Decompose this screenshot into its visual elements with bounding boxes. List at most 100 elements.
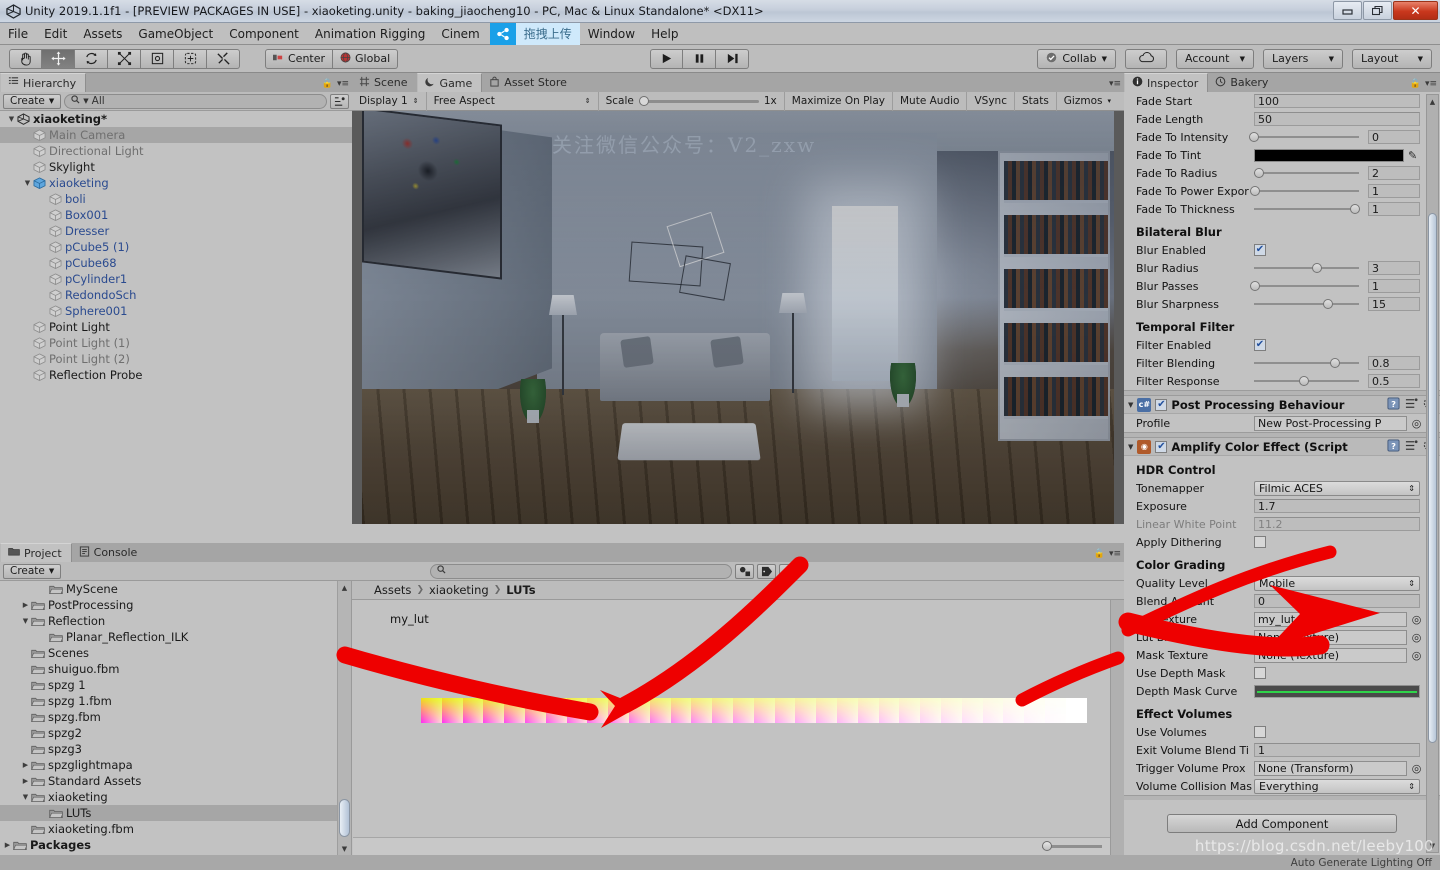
slider[interactable] — [1254, 168, 1365, 178]
hand-tool-button[interactable] — [9, 48, 42, 69]
dropdown[interactable]: Mobile ⇕ — [1254, 575, 1420, 591]
menu-component[interactable]: Component — [221, 24, 307, 44]
maximize-button[interactable] — [1363, 1, 1392, 20]
slider-track[interactable] — [1250, 186, 1359, 196]
property-mask-texture[interactable]: Mask Texture None (Texture) ◎ — [1124, 646, 1440, 664]
property-value[interactable]: 0 — [1254, 594, 1420, 608]
project-folder-shuiguo-fbm[interactable]: shuiguo.fbm — [0, 661, 351, 677]
object-picker-icon[interactable]: ◎ — [1410, 762, 1423, 775]
project-folder-spzglightmapa[interactable]: ▶ spzglightmapa — [0, 757, 351, 773]
component-header-post-processing-behaviour[interactable]: ▼ c# Post Processing Behaviour? — [1124, 395, 1440, 414]
tab-console[interactable]: Console — [71, 543, 147, 562]
property-depth-mask-curve[interactable]: Depth Mask Curve — [1124, 682, 1440, 700]
slider-knob[interactable] — [1322, 299, 1333, 309]
scale-track[interactable] — [638, 95, 759, 106]
account-button[interactable]: Account ▼ — [1176, 48, 1254, 69]
property-value[interactable]: 1.7 — [1254, 499, 1420, 513]
project-tree-scrollbar[interactable]: ▲ ▼ — [337, 581, 351, 855]
help-icon[interactable]: ? — [1387, 396, 1400, 413]
custom-tool-button[interactable] — [207, 48, 240, 69]
expand-triangle[interactable]: ▶ — [2, 841, 13, 849]
object-field[interactable]: my_lut — [1254, 611, 1407, 627]
project-folder-packages[interactable]: ▶ Packages — [0, 837, 351, 853]
checkbox[interactable] — [1254, 726, 1266, 738]
expand-triangle[interactable]: ▼ — [6, 115, 17, 123]
asset-zoom-slider[interactable] — [1042, 841, 1102, 851]
property-tonemapper[interactable]: Tonemapper Filmic ACES ⇕ — [1124, 479, 1440, 497]
step-button[interactable] — [716, 48, 749, 69]
project-folder-spzg-1[interactable]: spzg 1 — [0, 677, 351, 693]
project-folder-tree[interactable]: MyScene ▶ PostProcessing ▼ Reflection Planar_… — [0, 581, 352, 855]
property-filter-blending[interactable]: Filter Blending 0.8 — [1124, 354, 1440, 372]
menu-icon[interactable]: ▾≡ — [337, 80, 349, 89]
object-picker-icon[interactable]: ◎ — [1410, 631, 1423, 644]
project-folder-myscene[interactable]: MyScene — [0, 581, 351, 597]
handle-mode-button[interactable]: Global — [333, 48, 399, 69]
tab-asset-store[interactable]: Asset Store — [482, 73, 576, 92]
slider-track[interactable] — [1249, 132, 1359, 142]
project-tab-menu[interactable]: 🔒 ▾≡ — [1094, 550, 1121, 559]
project-search-input[interactable] — [430, 563, 733, 579]
property-value[interactable]: 0.8 — [1368, 356, 1420, 370]
project-folder-reflection[interactable]: ▼ Reflection — [0, 613, 351, 629]
checkbox[interactable] — [1254, 667, 1266, 679]
property-value[interactable]: 1 — [1254, 743, 1420, 757]
property-value[interactable]: 1 — [1368, 279, 1420, 293]
scrollbar-thumb[interactable] — [339, 799, 350, 837]
display-dropdown[interactable]: Display 1 ⇕ — [352, 91, 427, 111]
dropdown[interactable]: Everything ⇕ — [1254, 778, 1420, 794]
slider[interactable] — [1254, 299, 1365, 309]
property-blur-passes[interactable]: Blur Passes 1 — [1124, 277, 1440, 295]
cloud-button[interactable] — [1125, 48, 1167, 69]
project-folder-spzg2[interactable]: spzg2 — [0, 725, 351, 741]
preset-icon[interactable] — [1405, 397, 1418, 413]
layers-button[interactable]: Layers ▼ — [1263, 48, 1343, 69]
hierarchy-sort-button[interactable] — [330, 93, 349, 109]
vsync-toggle[interactable]: VSync — [967, 91, 1015, 111]
checkbox[interactable] — [1254, 536, 1266, 548]
scale-knob[interactable] — [638, 95, 649, 106]
hierarchy-item-point-light-1[interactable]: Point Light (1) — [0, 335, 352, 351]
hierarchy-item-box001[interactable]: Box001 — [0, 207, 352, 223]
slider-track[interactable] — [1254, 358, 1359, 368]
gizmos-dropdown[interactable]: Gizmos ▾ — [1057, 92, 1118, 111]
gameview-tab-menu[interactable]: ▾≡ — [1109, 80, 1121, 89]
inspector-content[interactable]: Fade Start 100 Fade Length 50 Fade To Intens… — [1124, 92, 1440, 855]
hierarchy-create-button[interactable]: Create ▼ — [3, 93, 62, 109]
property-use-volumes[interactable]: Use Volumes — [1124, 723, 1440, 741]
property-value[interactable]: 100 — [1254, 94, 1420, 108]
scroll-down-arrow[interactable]: ▼ — [1427, 839, 1438, 852]
menu-assets[interactable]: Assets — [75, 24, 130, 44]
property-fade-to-thickness[interactable]: Fade To Thickness 1 — [1124, 200, 1440, 218]
project-folder-scenes[interactable]: Scenes — [0, 645, 351, 661]
object-field[interactable]: None (Texture) — [1254, 647, 1407, 663]
property-blend-amount[interactable]: Blend Amount 0 — [1124, 592, 1440, 610]
menu-window[interactable]: Window — [580, 24, 643, 44]
rect-tool-button[interactable] — [141, 48, 174, 69]
favorite-button[interactable] — [779, 563, 799, 579]
minimize-button[interactable] — [1333, 1, 1362, 20]
tab-project[interactable]: Project — [0, 543, 72, 562]
breadcrumb-assets[interactable]: Assets — [374, 583, 411, 597]
object-field[interactable]: New Post-Processing P — [1254, 415, 1407, 431]
play-button[interactable] — [650, 48, 683, 69]
scrollbar-thumb[interactable] — [1428, 213, 1437, 743]
hierarchy-item-sphere001[interactable]: Sphere001 — [0, 303, 352, 319]
move-tool-button[interactable] — [42, 48, 75, 69]
slider-knob[interactable] — [1299, 376, 1310, 386]
hierarchy-item-reflection-probe[interactable]: Reflection Probe — [0, 367, 352, 383]
label-filter-button[interactable] — [757, 563, 777, 579]
hierarchy-item-directional-light[interactable]: Directional Light — [0, 143, 352, 159]
hierarchy-item-main-camera[interactable]: Main Camera — [0, 127, 352, 143]
slider-knob[interactable] — [1254, 168, 1265, 178]
hierarchy-item-pcylinder1[interactable]: pCylinder1 — [0, 271, 352, 287]
project-folder-spzg3[interactable]: spzg3 — [0, 741, 351, 757]
menu-cinemachine[interactable]: Cinem — [433, 24, 487, 44]
lock-icon[interactable]: 🔒 — [1094, 550, 1105, 559]
hierarchy-search-input[interactable]: ▼ All — [64, 93, 327, 109]
menu-icon[interactable]: ▾≡ — [1109, 550, 1121, 559]
collapse-triangle[interactable]: ▼ — [1128, 401, 1133, 409]
inspector-tab-menu[interactable]: 🔒 ▾≡ — [1410, 80, 1437, 89]
project-folder-xiaoketing[interactable]: ▼ xiaoketing — [0, 789, 351, 805]
property-value[interactable]: 1 — [1368, 184, 1420, 198]
